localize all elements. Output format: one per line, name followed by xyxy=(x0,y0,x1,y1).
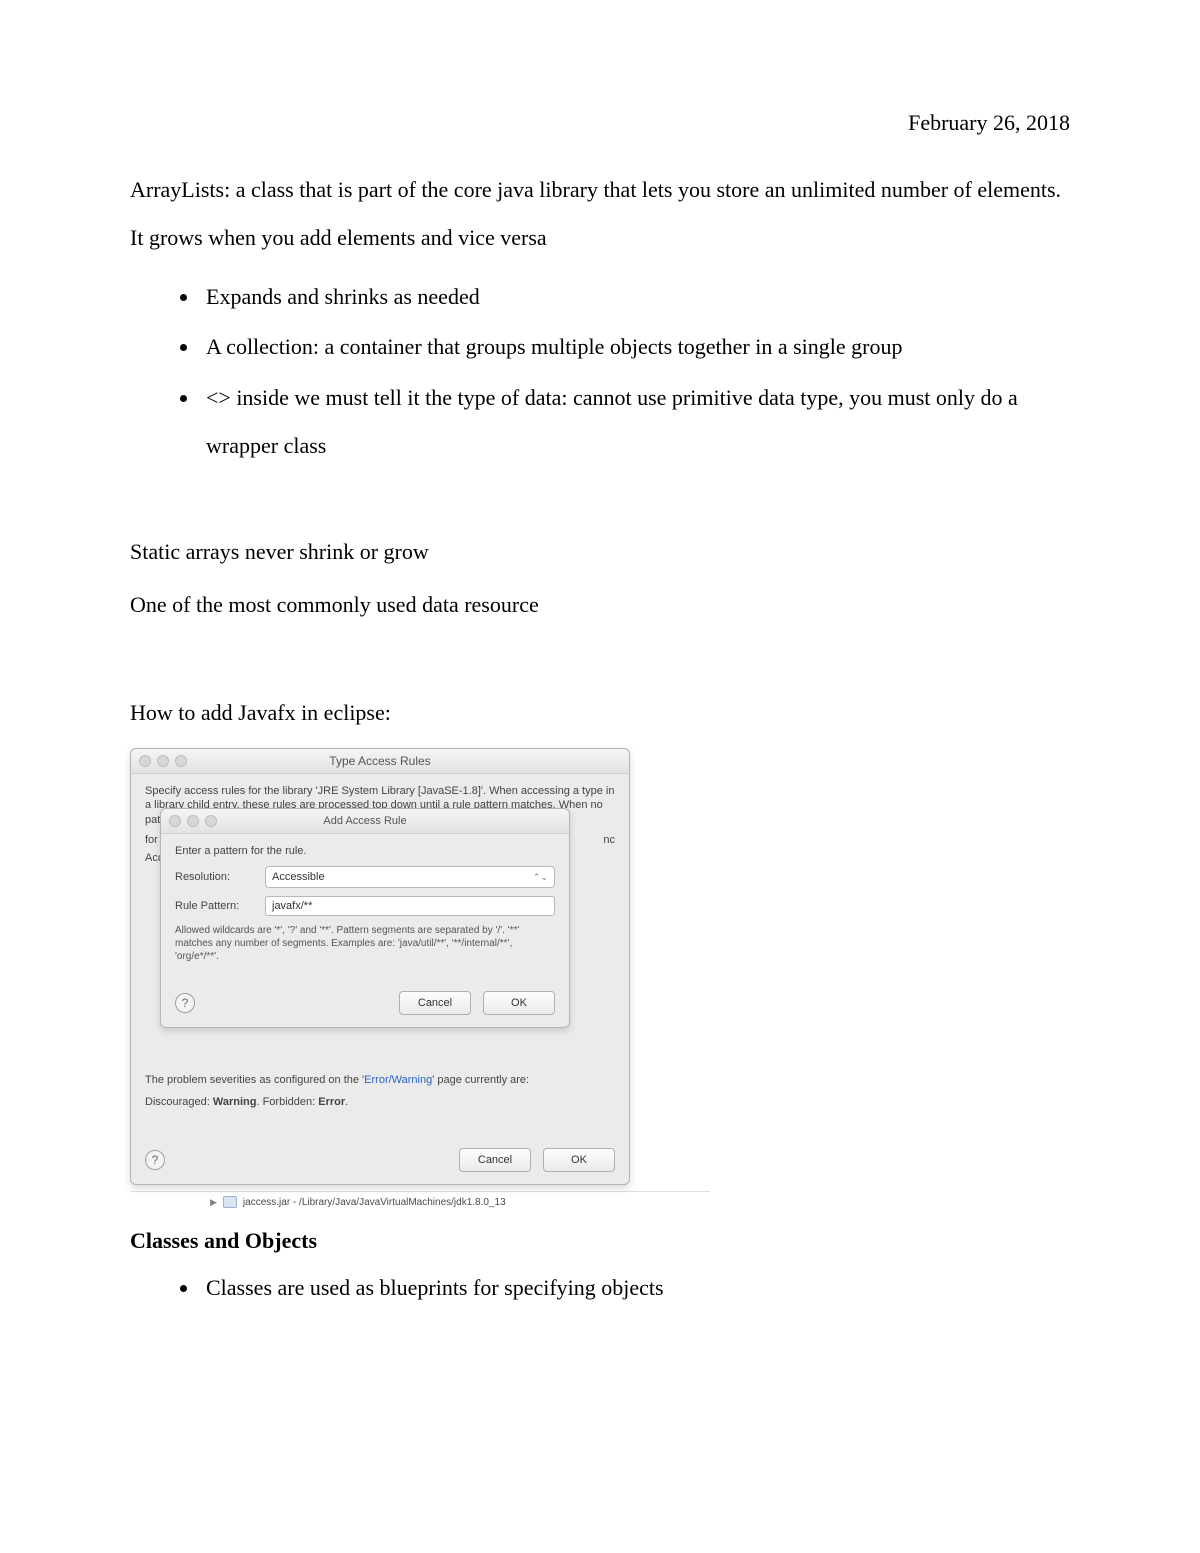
list-item: Expands and shrinks as needed xyxy=(200,273,1070,321)
eclipse-dialog-screenshot: Type Access Rules Specify access rules f… xyxy=(130,748,1070,1211)
howto-heading: How to add Javafx in eclipse: xyxy=(130,689,1070,737)
zoom-icon[interactable] xyxy=(205,815,217,827)
truncated-text-left: for xyxy=(145,834,158,846)
sev-forbidden-label: . Forbidden: xyxy=(256,1096,318,1108)
dialog-title: Type Access Rules xyxy=(329,754,430,768)
window-traffic-lights[interactable] xyxy=(139,755,187,767)
dialog-titlebar: Add Access Rule xyxy=(161,809,569,834)
cancel-button[interactable]: Cancel xyxy=(399,991,471,1015)
jar-icon xyxy=(223,1196,237,1208)
intro-paragraph: ArrayLists: a class that is part of the … xyxy=(130,166,1070,263)
sev-discouraged-label: Discouraged: xyxy=(145,1096,213,1108)
resolution-label: Resolution: xyxy=(175,871,255,883)
disclosure-triangle-icon[interactable]: ▶ xyxy=(210,1197,217,1208)
severities-pre: The problem severities as configured on … xyxy=(145,1074,364,1086)
error-warning-link[interactable]: Error/Warning xyxy=(364,1074,432,1086)
enter-pattern-label: Enter a pattern for the rule. xyxy=(175,844,555,859)
jar-tree-item[interactable]: ▶ jaccess.jar - /Library/Java/JavaVirtua… xyxy=(130,1191,710,1210)
list-item: Classes are used as blueprints for speci… xyxy=(200,1264,1070,1312)
truncated-text-right: nc xyxy=(603,834,615,846)
dialog-titlebar: Type Access Rules xyxy=(131,749,629,774)
static-arrays-line: Static arrays never shrink or grow xyxy=(130,528,1070,576)
arraylist-bullets: Expands and shrinks as needed A collecti… xyxy=(130,273,1070,471)
help-icon[interactable]: ? xyxy=(175,993,195,1013)
rule-pattern-input[interactable]: javafx/** xyxy=(265,896,555,916)
severities-text: The problem severities as configured on … xyxy=(145,1074,615,1086)
ok-button[interactable]: OK xyxy=(543,1148,615,1172)
severities-values: Discouraged: Warning. Forbidden: Error. xyxy=(145,1096,615,1108)
minimize-icon[interactable] xyxy=(187,815,199,827)
document-date: February 26, 2018 xyxy=(130,110,1070,136)
common-use-line: One of the most commonly used data resou… xyxy=(130,581,1070,629)
sev-end: . xyxy=(345,1096,348,1108)
resolution-value: Accessible xyxy=(272,871,325,883)
help-icon[interactable]: ? xyxy=(145,1150,165,1170)
classes-bullets: Classes are used as blueprints for speci… xyxy=(130,1264,1070,1312)
classes-objects-heading: Classes and Objects xyxy=(130,1228,1070,1254)
minimize-icon[interactable] xyxy=(157,755,169,767)
zoom-icon[interactable] xyxy=(175,755,187,767)
severities-post: ' page currently are: xyxy=(432,1074,529,1086)
list-item: <> inside we must tell it the type of da… xyxy=(200,374,1070,471)
add-access-rule-dialog: Add Access Rule Enter a pattern for the … xyxy=(160,808,570,1029)
close-icon[interactable] xyxy=(139,755,151,767)
dialog-title: Add Access Rule xyxy=(323,815,406,827)
sev-error: Error xyxy=(318,1096,345,1108)
ok-button[interactable]: OK xyxy=(483,991,555,1015)
resolution-select[interactable]: Accessible ⌃⌄ xyxy=(265,866,555,888)
sev-warning: Warning xyxy=(213,1096,257,1108)
close-icon[interactable] xyxy=(169,815,181,827)
window-traffic-lights[interactable] xyxy=(169,815,217,827)
list-item: A collection: a container that groups mu… xyxy=(200,323,1070,371)
wildcard-help-text: Allowed wildcards are '*', '?' and '**'.… xyxy=(175,924,555,963)
jar-path: jaccess.jar - /Library/Java/JavaVirtualM… xyxy=(243,1197,506,1208)
cancel-button[interactable]: Cancel xyxy=(459,1148,531,1172)
chevron-up-down-icon: ⌃⌄ xyxy=(533,872,548,883)
rule-pattern-label: Rule Pattern: xyxy=(175,900,255,912)
rule-pattern-value: javafx/** xyxy=(272,900,312,912)
document-page: February 26, 2018 ArrayLists: a class th… xyxy=(0,0,1200,1402)
